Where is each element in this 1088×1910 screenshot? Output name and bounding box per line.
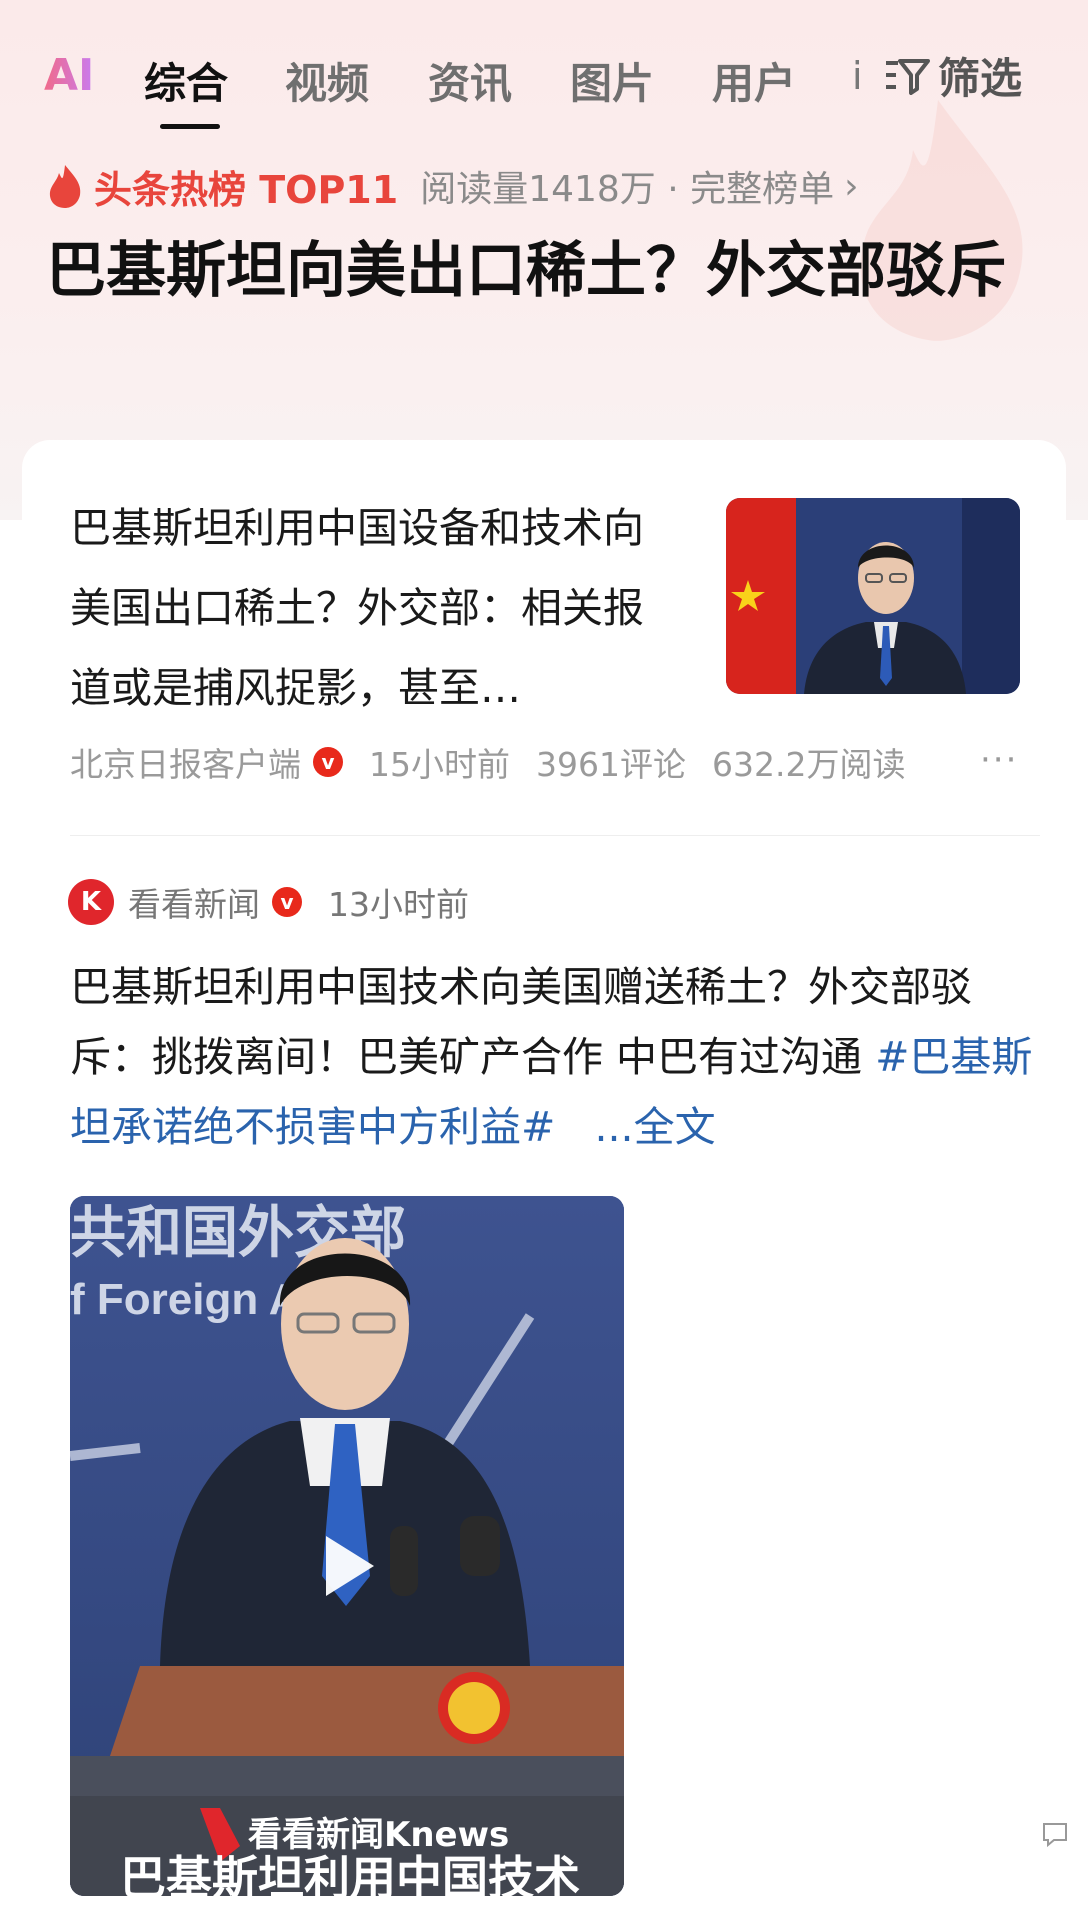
post-time: 13小时前 bbox=[328, 885, 469, 924]
spokesperson-thumbnail-image bbox=[726, 498, 1020, 694]
hot-list-meta: 阅读量1418万 · 完整榜单 bbox=[420, 169, 835, 210]
filter-label: 筛选 bbox=[938, 53, 1023, 103]
hot-topic-headline[interactable]: 巴基斯坦向美出口稀土？外交部驳斥 bbox=[46, 225, 1026, 317]
hot-list-row[interactable]: 头条热榜 TOP11 阅读量1418万 · 完整榜单 › bbox=[46, 158, 859, 214]
ai-tab[interactable]: AI bbox=[44, 50, 94, 101]
verified-icon: v bbox=[313, 747, 343, 777]
article-time: 15小时前 bbox=[369, 745, 510, 784]
filter-icon bbox=[886, 59, 930, 95]
source-avatar[interactable]: K bbox=[68, 879, 114, 925]
article-meta: 北京日报客户端 v 15小时前 3961评论 632.2万阅读 bbox=[70, 738, 931, 786]
article-reads: 632.2万阅读 bbox=[711, 745, 906, 784]
tab-news[interactable]: 资讯 bbox=[428, 50, 512, 111]
video-player[interactable]: 共和国外交部 f Foreign Affairs 看看新闻Knews 巴基斯坦利… bbox=[70, 1196, 624, 1896]
chevron-right-icon: › bbox=[844, 165, 859, 207]
more-options-icon[interactable]: ··· bbox=[980, 740, 1018, 780]
video-thumbnail-image: 共和国外交部 f Foreign Affairs 看看新闻Knews 巴基斯坦利… bbox=[70, 1196, 624, 1896]
post-header: K 看看新闻 v 13小时前 bbox=[68, 878, 469, 926]
watermark-icon bbox=[1043, 1823, 1067, 1848]
tab-comprehensive[interactable]: 综合 bbox=[144, 50, 228, 111]
article-thumbnail[interactable] bbox=[726, 498, 1020, 694]
results-card: 巴基斯坦利用中国设备和技术向美国出口稀土？外交部：相关报道或是捕风捉影，甚至… … bbox=[22, 440, 1066, 1910]
video-logo-text: 看看新闻Knews bbox=[248, 1815, 509, 1855]
tab-overflow[interactable]: i bbox=[852, 54, 863, 98]
full-text-link[interactable]: ...全文 bbox=[594, 1103, 715, 1151]
post-text[interactable]: 巴基斯坦利用中国技术向美国赠送稀土？外交部驳斥：挑拨离间！巴美矿产合作 中巴有过… bbox=[70, 952, 1040, 1162]
article-title[interactable]: 巴基斯坦利用中国设备和技术向美国出口稀土？外交部：相关报道或是捕风捉影，甚至… bbox=[70, 488, 650, 728]
video-caption: 巴基斯坦利用中国技术 bbox=[120, 1851, 580, 1896]
post-body: 巴基斯坦利用中国技术向美国赠送稀土？外交部驳斥：挑拨离间！巴美矿产合作 中巴有过… bbox=[70, 963, 972, 1081]
tab-users[interactable]: 用户 bbox=[712, 50, 796, 111]
fire-icon bbox=[49, 165, 81, 208]
article-source[interactable]: 北京日报客户端 bbox=[70, 738, 301, 786]
tab-images[interactable]: 图片 bbox=[570, 50, 654, 111]
article-comments: 3961评论 bbox=[536, 745, 686, 784]
tab-video[interactable]: 视频 bbox=[285, 50, 369, 111]
filter-button[interactable]: 筛选 bbox=[884, 48, 1022, 103]
divider bbox=[70, 835, 1040, 836]
search-tab-bar: AI 综合 视频 资讯 图片 用户 i 筛选 bbox=[0, 22, 1088, 129]
verified-icon: v bbox=[272, 887, 302, 917]
hot-list-title: 头条热榜 TOP11 bbox=[94, 167, 399, 212]
post-source[interactable]: 看看新闻 bbox=[128, 878, 260, 926]
active-tab-indicator bbox=[160, 124, 220, 129]
